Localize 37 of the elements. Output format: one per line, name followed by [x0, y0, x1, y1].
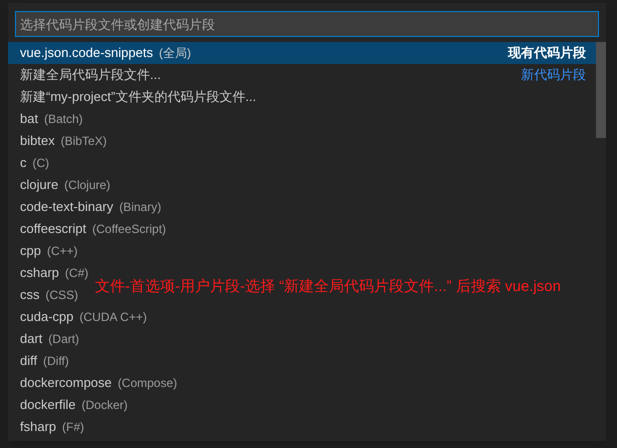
list-item[interactable]: c (C): [8, 152, 60, 174]
language-detail: (CoffeeScript): [92, 221, 166, 238]
list-item[interactable]: dockerfile (Docker): [8, 394, 138, 416]
list-item[interactable]: bat (Batch): [8, 108, 93, 130]
language-detail: (BibTeX): [60, 133, 107, 150]
search-field[interactable]: 选择代码片段文件或创建代码片段: [15, 11, 599, 37]
language-detail: (Compose): [118, 375, 178, 392]
group-label: 新代码片段: [521, 66, 586, 84]
list-item[interactable]: dockercompose (Compose): [8, 372, 188, 394]
list-item[interactable]: diff (Diff): [8, 350, 79, 372]
list-item[interactable]: code-text-binary (Binary): [8, 196, 172, 218]
language-detail: (Docker): [82, 397, 128, 414]
language-detail: (Dart): [48, 331, 80, 348]
list-item[interactable]: coffeescript (CoffeeScript): [8, 218, 176, 240]
language-detail: (F#): [62, 419, 84, 436]
list-item[interactable]: cpp (C++): [8, 240, 88, 262]
language-detail: (Binary): [119, 199, 162, 216]
list-item[interactable]: fsharp (F#): [8, 416, 94, 438]
language-detail: (CSS): [46, 287, 78, 304]
list-item[interactable]: vue.json.code-snippets (全局) 现有代码片段: [8, 42, 596, 64]
language-detail: (Clojure): [64, 177, 110, 194]
language-detail: (CUDA C++): [79, 309, 147, 326]
language-detail: (全局): [158, 45, 191, 62]
list-item[interactable]: dart (Dart): [8, 328, 90, 350]
language-detail: (C#): [65, 265, 88, 282]
list-item[interactable]: css (CSS): [8, 284, 88, 306]
list-item[interactable]: bibtex (BibTeX): [8, 130, 117, 152]
list-item[interactable]: 新建“my-project”文件夹的代码片段文件...: [8, 86, 266, 108]
scrollbar-thumb[interactable]: [596, 42, 606, 138]
language-detail: (Diff): [43, 353, 69, 370]
list-item[interactable]: clojure (Clojure): [8, 174, 120, 196]
list-item[interactable]: cuda-cpp (CUDA C++): [8, 306, 157, 328]
language-detail: (C): [32, 155, 50, 172]
language-detail: (C++): [46, 243, 78, 260]
list-item[interactable]: 新建全局代码片段文件... 新代码片段: [8, 64, 596, 86]
language-detail: (Batch): [44, 111, 83, 128]
group-label: 现有代码片段: [508, 44, 586, 62]
